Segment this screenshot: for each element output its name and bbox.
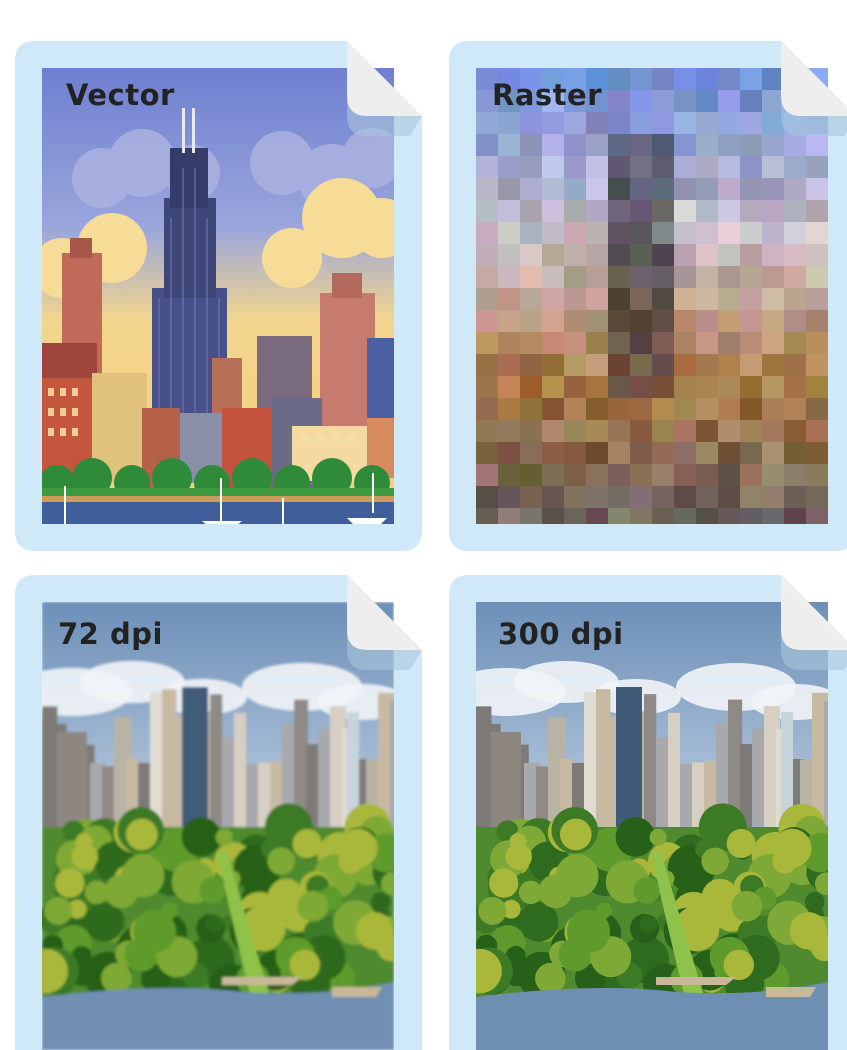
file-card-72dpi[interactable]: 72 dpi bbox=[15, 575, 422, 1050]
card-label: 300 dpi bbox=[498, 617, 624, 651]
folded-corner-icon bbox=[781, 41, 847, 136]
card-label: Raster bbox=[492, 78, 602, 112]
file-card-300dpi[interactable]: 300 dpi bbox=[449, 575, 847, 1050]
card-label: 72 dpi bbox=[58, 617, 163, 651]
folded-corner-icon bbox=[347, 41, 422, 136]
card-label: Vector bbox=[66, 78, 175, 112]
file-card-vector[interactable]: Vector bbox=[15, 41, 422, 551]
file-card-raster[interactable]: Raster bbox=[449, 41, 847, 551]
